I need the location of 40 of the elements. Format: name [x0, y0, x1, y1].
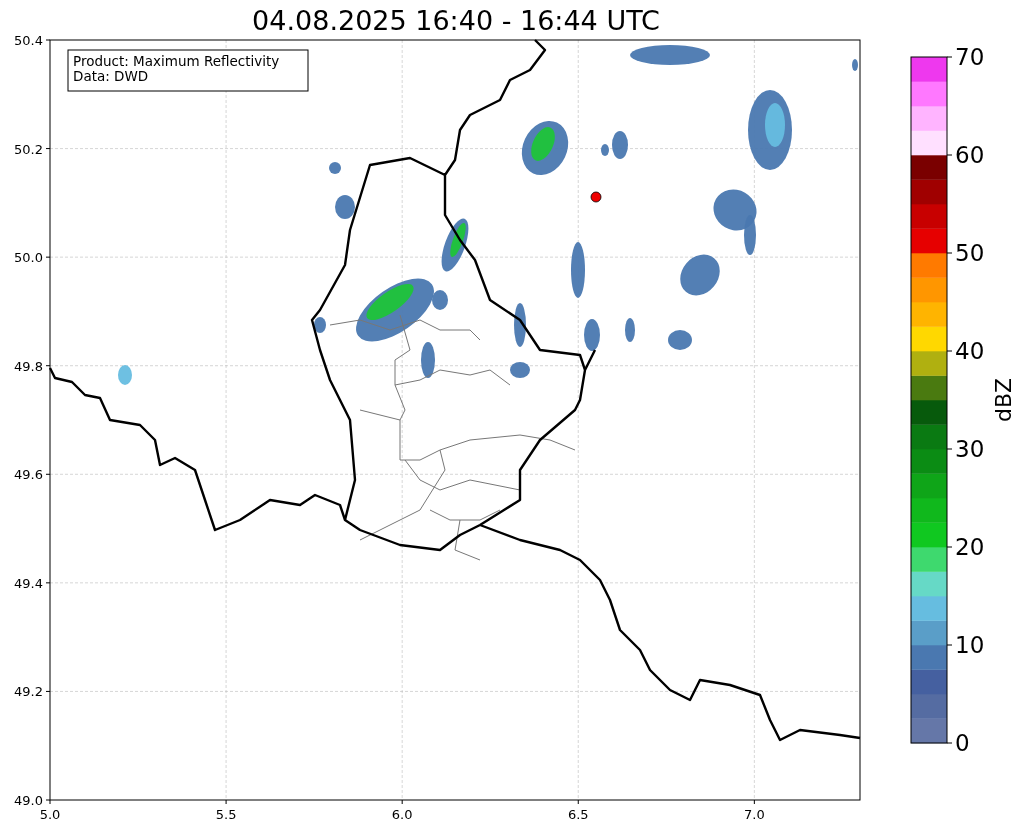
radar-echo — [601, 144, 609, 156]
radar-echo — [680, 254, 720, 296]
colorbar-tick-label: 10 — [955, 632, 985, 658]
colorbar-tick-label: 0 — [955, 730, 970, 756]
colorbar-tick-label: 20 — [955, 534, 985, 560]
y-axis-tick-label: 49.0 — [14, 793, 43, 808]
colorbar-tick-label: 50 — [955, 240, 985, 266]
radar-echo — [612, 131, 628, 159]
radar-echo — [584, 319, 600, 351]
radar-echo — [329, 162, 341, 174]
y-axis-tick-label: 50.0 — [14, 250, 43, 266]
info-text: Data: DWD — [73, 68, 149, 84]
y-axis-tick-label: 49.4 — [14, 575, 43, 591]
x-axis-tick-label: 5.5 — [215, 807, 237, 822]
colorbar-label: dBZ — [991, 377, 1016, 423]
x-axis-tick-label: 7.0 — [744, 807, 765, 822]
radar-echo — [118, 365, 132, 385]
radar-echo — [335, 195, 355, 219]
radar-echo — [314, 317, 326, 333]
y-axis-tick-label: 49.2 — [14, 684, 43, 700]
y-axis-tick-label: 49.6 — [14, 467, 43, 483]
radar-echo — [510, 362, 530, 378]
radar-echo — [668, 330, 692, 350]
chart-title: 04.08.2025 16:40 - 16:44 UTC — [252, 4, 660, 36]
colorbar-tick-label: 60 — [955, 142, 985, 168]
x-axis-tick-label: 5.0 — [39, 807, 61, 822]
colorbar-tick-label: 70 — [955, 44, 985, 70]
y-axis-tick-label: 50.2 — [14, 141, 43, 157]
info-text: Product: Maximum Reflectivity — [73, 53, 280, 69]
colorbar-tick-label: 30 — [955, 436, 985, 462]
x-axis-tick-label: 6.5 — [567, 807, 589, 822]
radar-echo — [571, 242, 585, 298]
location-marker — [590, 191, 602, 203]
colorbar-tick-label: 40 — [955, 338, 985, 364]
radar-echo — [514, 303, 526, 347]
y-axis-tick-label: 49.8 — [14, 358, 43, 374]
radar-echo — [852, 59, 858, 71]
x-axis-tick-label: 6.0 — [391, 807, 413, 822]
y-axis-tick-label: 50.4 — [14, 33, 43, 48]
radar-echo — [625, 318, 635, 342]
